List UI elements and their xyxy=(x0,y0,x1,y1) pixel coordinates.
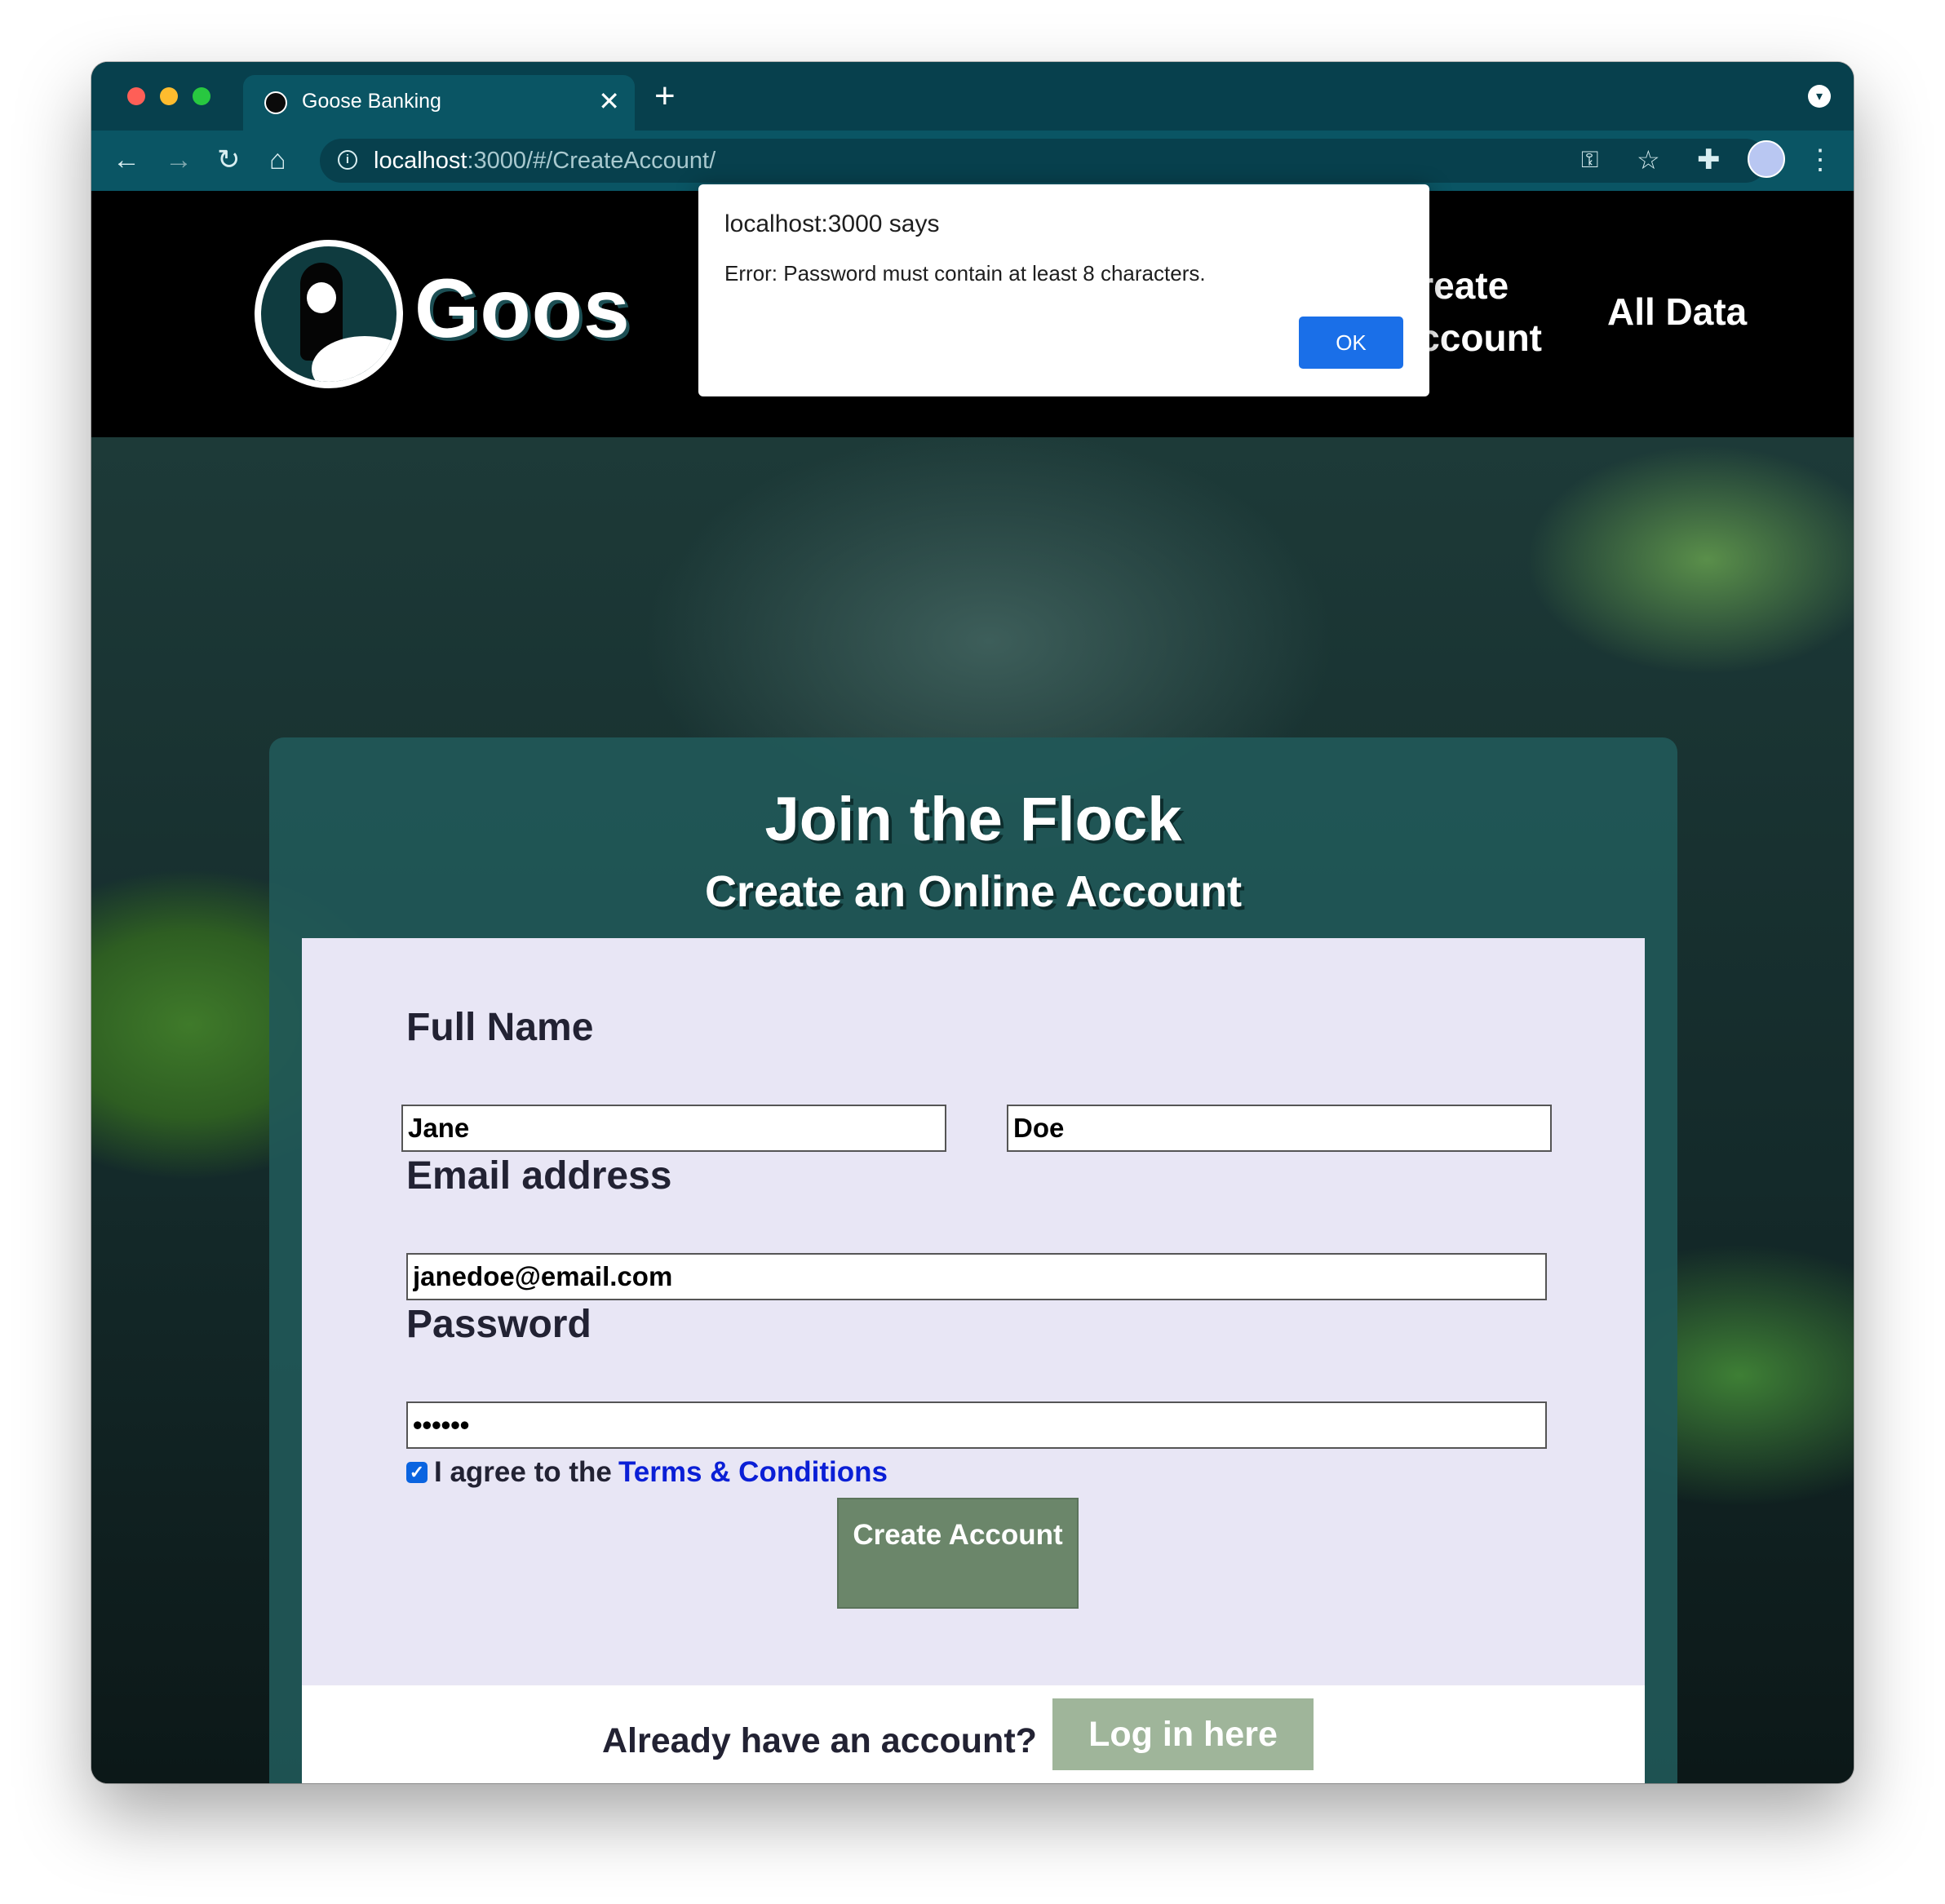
already-have-account-text: Already have an account? xyxy=(602,1721,1037,1760)
brand-name[interactable]: Goos xyxy=(414,259,631,357)
tab-title: Goose Banking xyxy=(302,90,441,113)
alert-title: localhost:3000 says xyxy=(724,210,940,237)
tab-bar: Goose Banking ✕ + ▾ xyxy=(91,62,1854,131)
minimize-window-button[interactable] xyxy=(160,87,178,105)
profile-avatar[interactable] xyxy=(1748,140,1785,178)
login-prompt-panel: Already have an account? Log in here xyxy=(302,1685,1645,1783)
back-arrow-icon[interactable]: ← xyxy=(113,145,140,175)
home-icon[interactable]: ⌂ xyxy=(269,145,286,175)
agree-text: I agree to the xyxy=(434,1456,612,1488)
goose-cheek-shape xyxy=(307,282,336,313)
tab-close-icon[interactable]: ✕ xyxy=(598,85,620,117)
reload-icon[interactable]: ↻ xyxy=(217,145,241,175)
alert-dialog: localhost:3000 says Error: Password must… xyxy=(698,184,1429,396)
terms-link[interactable]: Terms & Conditions xyxy=(618,1454,888,1491)
url-host: localhost xyxy=(374,148,467,174)
password-input[interactable] xyxy=(406,1401,1547,1449)
tab-goose-banking[interactable]: Goose Banking ✕ xyxy=(243,75,635,131)
login-button[interactable]: Log in here xyxy=(1052,1698,1314,1770)
address-bar[interactable]: i localhost:3000/#/CreateAccount/ ⚿ ☆ xyxy=(320,139,1767,183)
agree-checkbox[interactable]: ✓ xyxy=(406,1462,428,1483)
forward-arrow-icon[interactable]: → xyxy=(165,145,193,175)
email-input[interactable] xyxy=(406,1253,1547,1300)
maximize-window-button[interactable] xyxy=(193,87,210,105)
create-account-button[interactable]: Create Account xyxy=(837,1498,1079,1609)
browser-toolbar: ← → ↻ ⌂ i localhost:3000/#/CreateAccount… xyxy=(91,131,1854,191)
new-tab-button[interactable]: + xyxy=(654,78,676,114)
info-icon[interactable]: i xyxy=(338,150,357,170)
browser-window: Goose Banking ✕ + ▾ ← → ↻ ⌂ i localhost:… xyxy=(91,62,1854,1783)
extensions-icon[interactable]: ✚ xyxy=(1697,145,1721,175)
close-window-button[interactable] xyxy=(127,87,145,105)
goose-favicon-icon xyxy=(264,91,287,114)
card-subtitle: Create an Online Account xyxy=(704,867,1243,916)
lily-pond-background: Join the Flock Create an Online Account … xyxy=(91,437,1854,1783)
key-icon[interactable]: ⚿ xyxy=(1581,145,1598,175)
nav-all-data[interactable]: All Data xyxy=(1607,286,1747,338)
tab-search-icon[interactable]: ▾ xyxy=(1808,85,1831,108)
more-menu-icon[interactable]: ⋮ xyxy=(1806,145,1834,175)
signup-form: Full Name Email address Password ✓ I agr… xyxy=(302,938,1645,1685)
page-content: Goos Create Account All Data Join the Fl… xyxy=(91,191,1854,1783)
url-text[interactable]: localhost:3000/#/CreateAccount/ xyxy=(374,148,716,175)
create-account-button-label: Create Account xyxy=(853,1519,1063,1551)
goose-logo[interactable] xyxy=(255,240,403,388)
first-name-input[interactable] xyxy=(401,1105,946,1152)
email-label: Email address xyxy=(406,1154,672,1198)
full-name-label: Full Name xyxy=(406,1006,594,1049)
url-path: :3000/#/CreateAccount/ xyxy=(467,148,716,174)
last-name-input[interactable] xyxy=(1007,1105,1552,1152)
signup-card: Join the Flock Create an Online Account … xyxy=(269,737,1677,1783)
alert-message: Error: Password must contain at least 8 … xyxy=(724,261,1206,286)
card-title: Join the Flock xyxy=(764,785,1182,854)
alert-ok-button[interactable]: OK xyxy=(1299,317,1403,369)
password-label: Password xyxy=(406,1303,591,1346)
star-icon[interactable]: ☆ xyxy=(1637,145,1660,175)
